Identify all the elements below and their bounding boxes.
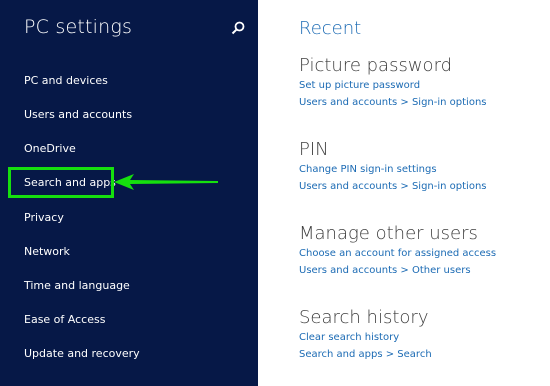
- link-other-users[interactable]: Users and accounts > Other users: [299, 265, 471, 276]
- sidebar-item-update-and-recovery[interactable]: Update and recovery: [24, 347, 140, 360]
- section-title-pin: PIN: [299, 139, 329, 160]
- arrow-left-icon: [114, 174, 218, 190]
- sidebar: PC settings PC and devices Users and acc…: [0, 0, 258, 386]
- main-panel: Recent Picture password Set up picture p…: [258, 0, 550, 386]
- sidebar-item-pc-and-devices[interactable]: PC and devices: [24, 74, 108, 87]
- section-title-picture-password: Picture password: [299, 55, 453, 76]
- link-set-up-picture-password[interactable]: Set up picture password: [299, 80, 420, 91]
- recent-heading: Recent: [299, 18, 362, 39]
- link-clear-search-history[interactable]: Clear search history: [299, 332, 399, 343]
- link-sign-in-options[interactable]: Users and accounts > Sign-in options: [299, 181, 487, 192]
- sidebar-item-ease-of-access[interactable]: Ease of Access: [24, 313, 105, 326]
- sidebar-item-privacy[interactable]: Privacy: [24, 211, 64, 224]
- sidebar-item-network[interactable]: Network: [24, 245, 70, 258]
- section-title-search-history: Search history: [299, 307, 429, 328]
- link-assigned-access[interactable]: Choose an account for assigned access: [299, 248, 496, 259]
- sidebar-item-time-and-language[interactable]: Time and language: [24, 279, 130, 292]
- search-icon[interactable]: [229, 20, 247, 38]
- sidebar-item-users-and-accounts[interactable]: Users and accounts: [24, 108, 132, 121]
- link-sign-in-options[interactable]: Users and accounts > Sign-in options: [299, 97, 487, 108]
- link-change-pin[interactable]: Change PIN sign-in settings: [299, 164, 437, 175]
- sidebar-item-onedrive[interactable]: OneDrive: [24, 142, 76, 155]
- pc-settings-window: PC settings PC and devices Users and acc…: [0, 0, 550, 386]
- highlight-box: [8, 167, 114, 198]
- link-search[interactable]: Search and apps > Search: [299, 349, 432, 360]
- sidebar-title: PC settings: [24, 16, 133, 38]
- section-title-manage-other-users: Manage other users: [299, 223, 478, 244]
